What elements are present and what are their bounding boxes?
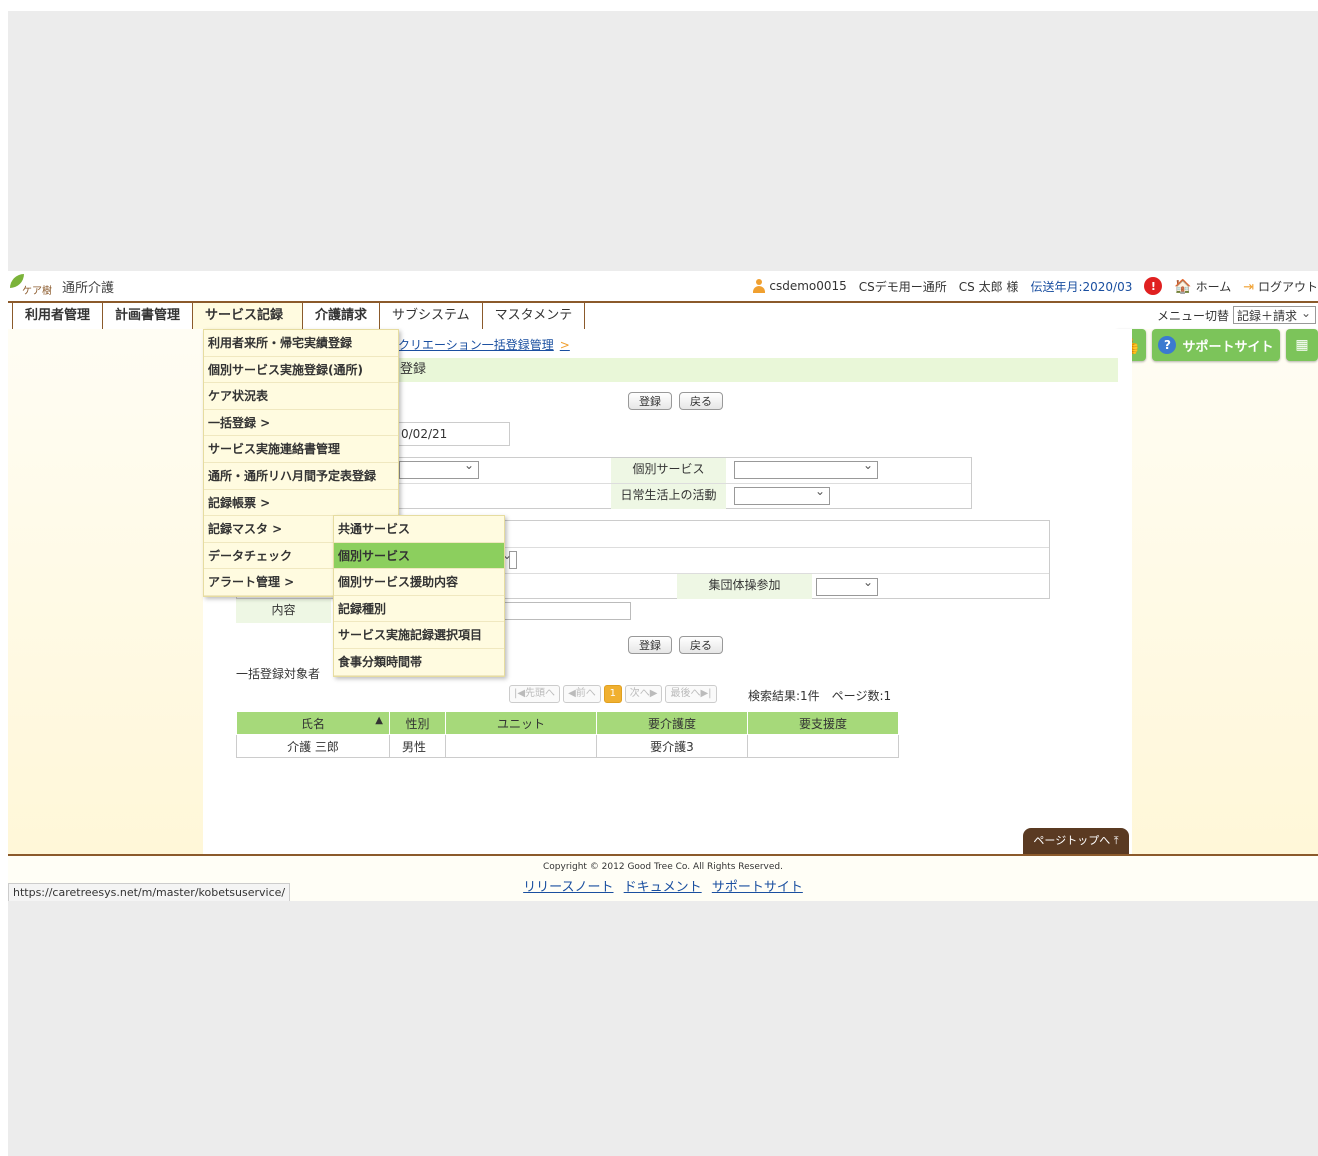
home-link[interactable]: 🏠 ホーム bbox=[1174, 278, 1231, 295]
logo[interactable]: ケア樹 通所介護 bbox=[10, 274, 114, 298]
menu-switch-select[interactable]: 記録＋請求 bbox=[1232, 304, 1316, 324]
main-nav: 利用者管理 計画書管理 サービス記録 介護請求 サブシステム マスタメンテ メニ… bbox=[8, 301, 1318, 332]
target-table: 氏名 ▲ 性別 ユニット 要介護度 要支援度 介護 三郎 男性 要介護3 bbox=[236, 711, 899, 758]
app-window: ケア樹 通所介護 csdemo0015 CSデモ用ー通所 CS 太郎 様 伝送年… bbox=[8, 271, 1318, 901]
menu-switch: メニュー切替 記録＋請求 bbox=[1156, 304, 1316, 324]
arrow-up-icon: ⤒ bbox=[1113, 834, 1119, 847]
group-exercise-select[interactable] bbox=[816, 575, 878, 596]
menu-item-record-forms[interactable]: 記録帳票 > bbox=[204, 490, 398, 517]
date-input[interactable]: 0/02/21 bbox=[398, 422, 510, 446]
question-icon: ? bbox=[1158, 336, 1177, 354]
col-unit[interactable]: ユニット bbox=[445, 711, 597, 735]
submenu-common-service[interactable]: 共通サービス bbox=[334, 516, 504, 543]
menu-item-monthly-schedule[interactable]: 通所・通所リハ月間予定表登録 bbox=[204, 463, 398, 490]
cell-support-level bbox=[747, 734, 899, 758]
group-exercise-label: 集団体操参加 bbox=[677, 574, 812, 599]
back-button-top[interactable]: 戻る bbox=[679, 392, 723, 410]
notice-icon[interactable]: ! bbox=[1144, 277, 1163, 295]
copyright: Copyright © 2012 Good Tree Co. All Right… bbox=[542, 862, 783, 872]
individual-service-select[interactable] bbox=[734, 458, 878, 479]
user-name: CS 太郎 様 bbox=[958, 279, 1019, 294]
bulk-target-label: 一括登録対象者 bbox=[236, 667, 321, 681]
home-icon: 🏠 bbox=[1174, 278, 1192, 295]
back-button-bottom[interactable]: 戻る bbox=[679, 636, 723, 654]
sort-asc-icon: ▲ bbox=[375, 715, 383, 726]
menu-item-service-report[interactable]: サービス実施連絡書管理 bbox=[204, 436, 398, 463]
pager-first[interactable]: |◀先頭へ bbox=[509, 685, 561, 703]
content-input[interactable] bbox=[501, 602, 631, 620]
menu-switch-label: メニュー切替 bbox=[1156, 308, 1229, 323]
cell-gender: 男性 bbox=[389, 734, 446, 758]
breadcrumb-chevron-icon: > bbox=[559, 338, 570, 352]
support-site-link[interactable]: サポートサイト bbox=[712, 880, 803, 895]
release-notes-link[interactable]: リリースノート bbox=[523, 880, 613, 895]
content-label: 内容 bbox=[236, 599, 331, 623]
cell-care-level: 要介護3 bbox=[596, 734, 748, 758]
support-site-button[interactable]: ? サポートサイト bbox=[1152, 329, 1280, 361]
menu-item-visit-register[interactable]: 利用者来所・帰宅実績登録 bbox=[204, 330, 398, 357]
menu-item-bulk-register[interactable]: 一括登録 > bbox=[204, 410, 398, 437]
daily-activity-select[interactable] bbox=[734, 484, 830, 505]
nav-plan-management[interactable]: 計画書管理 bbox=[103, 303, 194, 331]
nav-subsystem[interactable]: サブシステム bbox=[380, 303, 483, 331]
right-button-group: 👍 ?サポートサイト ▦ bbox=[1114, 329, 1318, 361]
service-filter-table: 個別サービス 日常生活上の活動 bbox=[398, 457, 972, 509]
pager-current[interactable]: 1 bbox=[603, 685, 622, 703]
left-panel bbox=[8, 329, 203, 854]
cell-name[interactable]: 介護 三郎 bbox=[236, 734, 390, 758]
menu-item-care-status[interactable]: ケア状況表 bbox=[204, 383, 398, 410]
backdrop-top bbox=[8, 11, 1318, 271]
submenu-meal-time[interactable]: 食事分類時間帯 bbox=[334, 649, 504, 676]
menu-item-individual-service[interactable]: 個別サービス実施登録(通所) bbox=[204, 357, 398, 384]
register-button-top[interactable]: 登録 bbox=[628, 392, 672, 410]
col-care-level[interactable]: 要介護度 bbox=[596, 711, 748, 735]
user-id: csdemo0015 bbox=[769, 278, 847, 293]
app-name: 通所介護 bbox=[62, 280, 115, 296]
pager: |◀先頭へ ◀前へ 1 次へ▶ 最後へ▶| bbox=[509, 685, 717, 703]
user-icon bbox=[752, 279, 766, 294]
search-result-info: 検索結果:1件 ページ数:1 bbox=[748, 689, 892, 703]
page-top-button[interactable]: ページトップへ ⤒ bbox=[1023, 828, 1129, 854]
logout-icon: ⇥ bbox=[1243, 279, 1255, 295]
user-info: csdemo0015 CSデモ用ー通所 CS 太郎 様 伝送年月:2020/03… bbox=[752, 277, 1318, 295]
breadcrumb[interactable]: クリエーション一括登録管理 > bbox=[398, 336, 570, 353]
page-title: 登録 bbox=[398, 358, 1118, 382]
filter-select-left[interactable] bbox=[399, 458, 479, 479]
detail-select[interactable] bbox=[502, 548, 517, 569]
calendar-button[interactable]: ▦ bbox=[1286, 329, 1318, 361]
pager-prev[interactable]: ◀前へ bbox=[563, 685, 601, 703]
daily-activity-label: 日常生活上の活動 bbox=[611, 484, 726, 509]
facility-name: CSデモ用ー通所 bbox=[858, 279, 947, 294]
documents-link[interactable]: ドキュメント bbox=[624, 880, 702, 895]
nav-master-maintenance[interactable]: マスタメンテ bbox=[483, 303, 586, 331]
submenu-service-assistance[interactable]: 個別サービス援助内容 bbox=[334, 569, 504, 596]
table-row[interactable]: 介護 三郎 男性 要介護3 bbox=[236, 734, 899, 758]
top-bar: ケア樹 通所介護 csdemo0015 CSデモ用ー通所 CS 太郎 様 伝送年… bbox=[8, 271, 1318, 301]
submenu-selection-items[interactable]: サービス実施記録選択項目 bbox=[334, 622, 504, 649]
cell-unit bbox=[445, 734, 597, 758]
register-button-bottom[interactable]: 登録 bbox=[628, 636, 672, 654]
nav-user-management[interactable]: 利用者管理 bbox=[12, 303, 104, 331]
individual-service-label: 個別サービス bbox=[611, 458, 726, 483]
logout-link[interactable]: ⇥ ログアウト bbox=[1243, 278, 1318, 295]
calendar-icon: ▦ bbox=[1295, 337, 1309, 353]
col-support-level[interactable]: 要支援度 bbox=[747, 711, 899, 735]
record-master-submenu: 共通サービス 個別サービス 個別サービス援助内容 記録種別 サービス実施記録選択… bbox=[333, 515, 505, 677]
transmission-month: 伝送年月:2020/03 bbox=[1030, 279, 1133, 294]
pager-next[interactable]: 次へ▶ bbox=[624, 685, 663, 703]
nav-care-billing[interactable]: 介護請求 bbox=[303, 303, 381, 331]
col-gender[interactable]: 性別 bbox=[389, 711, 446, 735]
pager-last[interactable]: 最後へ▶| bbox=[665, 685, 717, 703]
logo-tree-icon: ケア樹 bbox=[10, 274, 56, 298]
nav-service-records[interactable]: サービス記録 bbox=[193, 303, 304, 331]
footer: Copyright © 2012 Good Tree Co. All Right… bbox=[8, 854, 1318, 901]
submenu-record-type[interactable]: 記録種別 bbox=[334, 596, 504, 623]
submenu-individual-service[interactable]: 個別サービス bbox=[334, 542, 504, 570]
user-id-area: csdemo0015 bbox=[752, 279, 847, 294]
col-name[interactable]: 氏名 ▲ bbox=[236, 711, 390, 735]
right-panel bbox=[1132, 329, 1318, 854]
status-bar-url: https://caretreesys.net/m/master/kobetsu… bbox=[8, 883, 291, 901]
backdrop-bottom bbox=[8, 901, 1318, 1156]
